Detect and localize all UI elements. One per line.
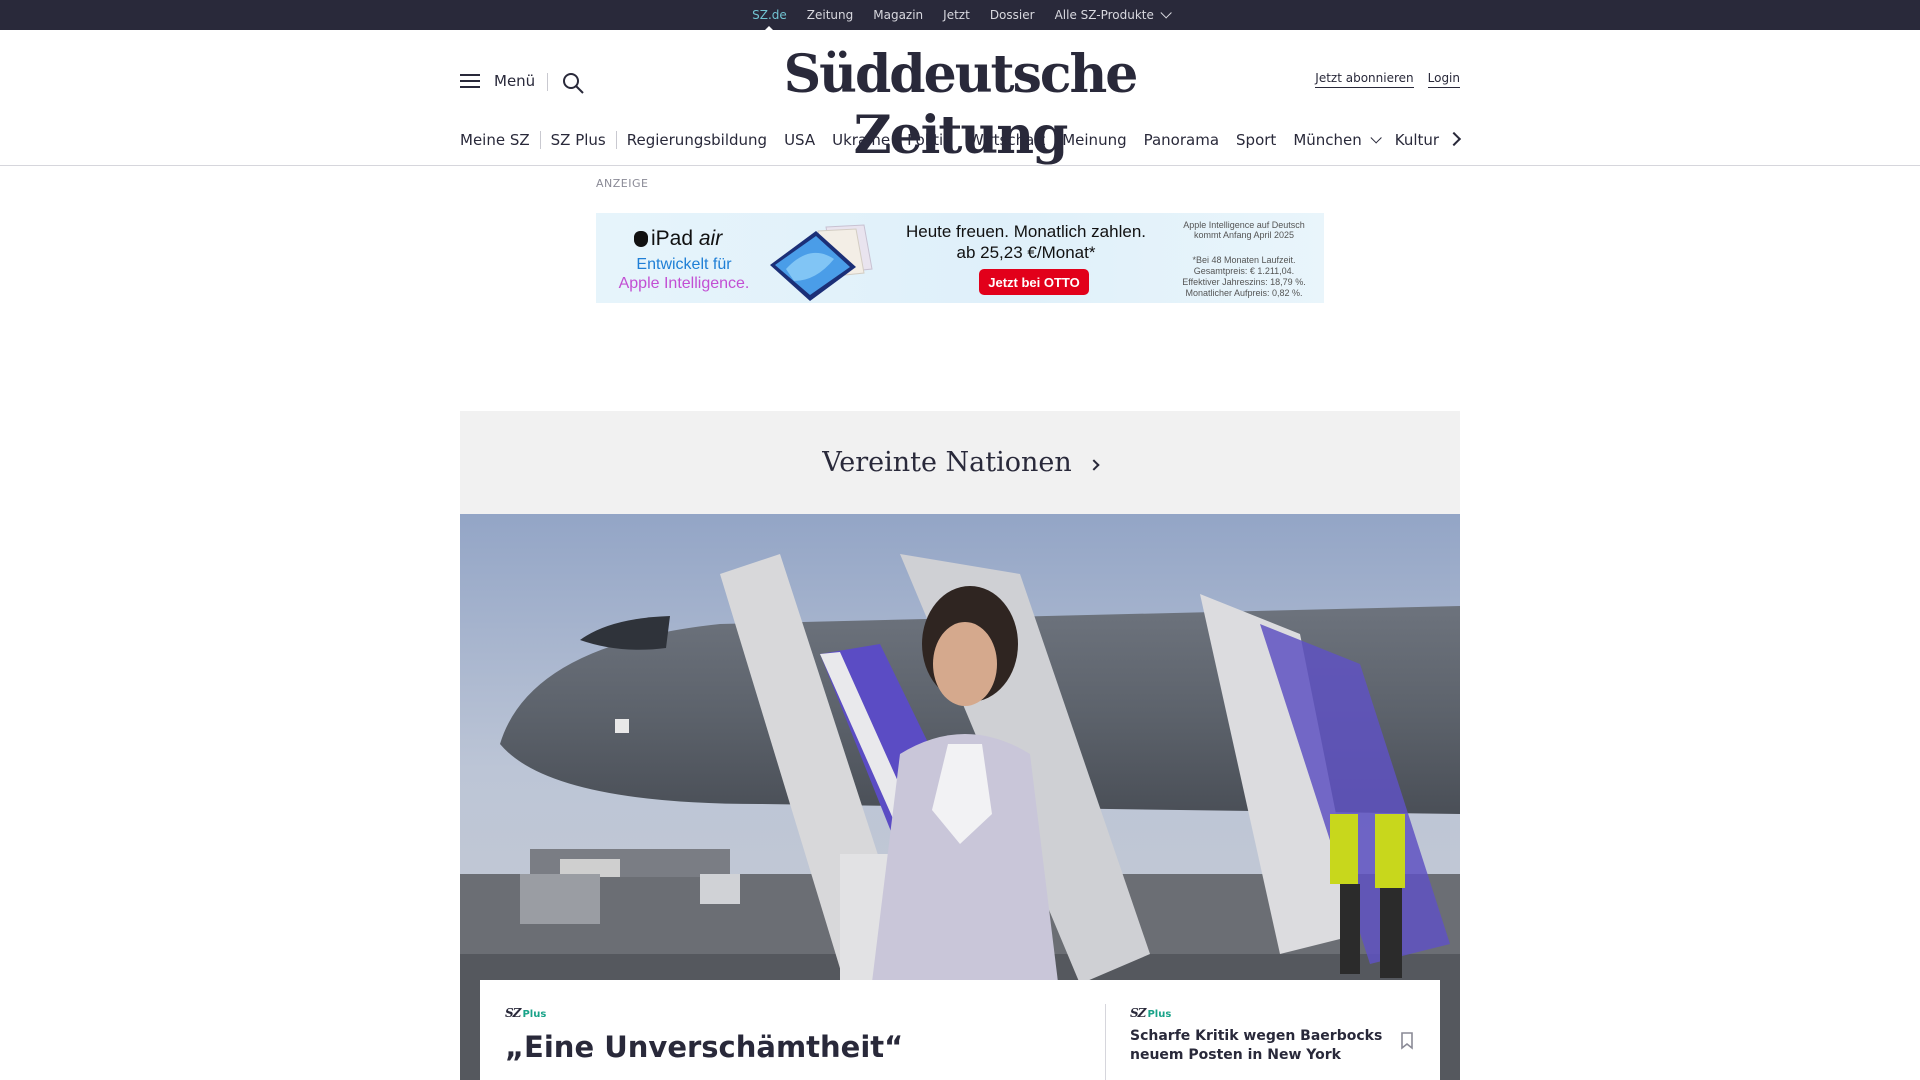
ad-brand-model: air <box>698 227 723 250</box>
sz-plus-badge-plus: Plus <box>522 1009 547 1020</box>
menu-button[interactable]: Menü <box>460 72 535 90</box>
ad-brand: iPad air <box>634 227 722 251</box>
account-links: Jetzt abonnieren Login <box>1315 71 1460 88</box>
nav-item-meine-sz[interactable]: Meine SZ <box>460 131 541 149</box>
ad-tagline-line-1: Entwickelt für <box>636 256 732 273</box>
topic-header[interactable]: Vereinte Nationen <box>460 411 1460 514</box>
nav-item-sz-plus[interactable]: SZ Plus <box>551 131 617 149</box>
top-bar-links: SZ.de Zeitung Magazin Jetzt Dossier Alle… <box>0 0 1920 31</box>
chevron-down-icon <box>1370 132 1382 144</box>
sz-plus-badge-plus: Plus <box>1147 1009 1172 1020</box>
teaser-card: SZ Plus „Eine Unverschämtheit“ SZ Plus S… <box>480 980 1440 1080</box>
nav-item-ukraine[interactable]: Ukraine <box>832 131 890 149</box>
subscribe-link[interactable]: Jetzt abonnieren <box>1315 71 1414 88</box>
ad-label: ANZEIGE <box>596 177 649 190</box>
nav-item-sport[interactable]: Sport <box>1236 131 1276 149</box>
apple-logo-icon <box>634 231 648 247</box>
ad-headline-line-2: ab 25,23 €/Monat* <box>956 243 1096 262</box>
topbar-link-alle-produkte[interactable]: Alle SZ-Produkte <box>1054 7 1172 22</box>
card-divider <box>1105 1004 1106 1080</box>
nav-item-usa[interactable]: USA <box>784 131 815 149</box>
ad-headline-line-1: Heute freuen. Monatlich zahlen. <box>905 222 1147 241</box>
nav-item-panorama[interactable]: Panorama <box>1144 131 1219 149</box>
chevron-down-icon <box>1160 7 1172 19</box>
topbar-link-szde[interactable]: SZ.de <box>752 8 787 31</box>
ad-cta-button[interactable]: Jetzt bei OTTO <box>979 269 1089 295</box>
sz-plus-badge-sz: SZ <box>1130 1006 1146 1020</box>
nav-item-regierungsbildung[interactable]: Regierungsbildung <box>627 131 767 149</box>
topbar-link-zeitung[interactable]: Zeitung <box>807 8 853 22</box>
sz-plus-badge-sz: SZ <box>505 1006 521 1020</box>
bookmark-icon[interactable] <box>1400 1032 1414 1050</box>
hamburger-icon <box>460 73 480 89</box>
topic-title: Vereinte Nationen <box>822 447 1072 478</box>
nav-item-muenchen[interactable]: München <box>1293 131 1382 149</box>
menu-label: Menü <box>494 72 536 90</box>
topbar-link-dossier[interactable]: Dossier <box>990 8 1035 22</box>
ad-banner[interactable]: iPad air Entwickelt für Apple Intelligen… <box>596 213 1324 303</box>
ad-fineprint-top: Apple Intelligence auf Deutsch kommt Anf… <box>1183 220 1305 240</box>
side-article-headline[interactable]: Scharfe Kritik wegen Baerbocks neuem Pos… <box>1130 1027 1390 1065</box>
topbar-link-magazin[interactable]: Magazin <box>873 8 923 22</box>
nav-item-kultur[interactable]: Kultur <box>1395 131 1439 149</box>
nav-item-muenchen-label: München <box>1293 131 1362 149</box>
main-headline[interactable]: „Eine Unverschämtheit“ <box>505 1030 903 1064</box>
nav-item-meinung[interactable]: Meinung <box>1062 131 1126 149</box>
chevron-right-icon <box>1088 458 1100 471</box>
topbar-link-alle-produkte-label: Alle SZ-Produkte <box>1054 8 1154 22</box>
sz-plus-badge: SZ Plus <box>505 1006 546 1020</box>
ipad-product-image <box>770 224 873 301</box>
ad-fineprint-bottom: *Bei 48 Monaten Laufzeit. Gesamtpreis: €… <box>1182 255 1306 298</box>
ad-headline: Heute freuen. Monatlich zahlen. ab 25,23… <box>896 221 1156 263</box>
main-nav: Meine SZ SZ Plus Regierungsbildung USA U… <box>460 128 1460 152</box>
sz-plus-badge: SZ Plus <box>1130 1006 1171 1020</box>
ad-brand-name: iPad <box>651 227 694 250</box>
ad-tagline: Entwickelt für Apple Intelligence. <box>614 255 754 293</box>
nav-divider <box>0 165 1920 166</box>
nav-item-wirtschaft[interactable]: Wirtschaft <box>969 131 1045 149</box>
ad-tagline-line-2: Apple Intelligence. <box>618 275 750 292</box>
search-icon[interactable] <box>561 71 585 95</box>
login-link[interactable]: Login <box>1427 71 1460 88</box>
nav-item-politik[interactable]: Politik <box>907 131 952 149</box>
topbar-link-jetzt[interactable]: Jetzt <box>943 8 970 22</box>
header-divider <box>547 73 548 91</box>
